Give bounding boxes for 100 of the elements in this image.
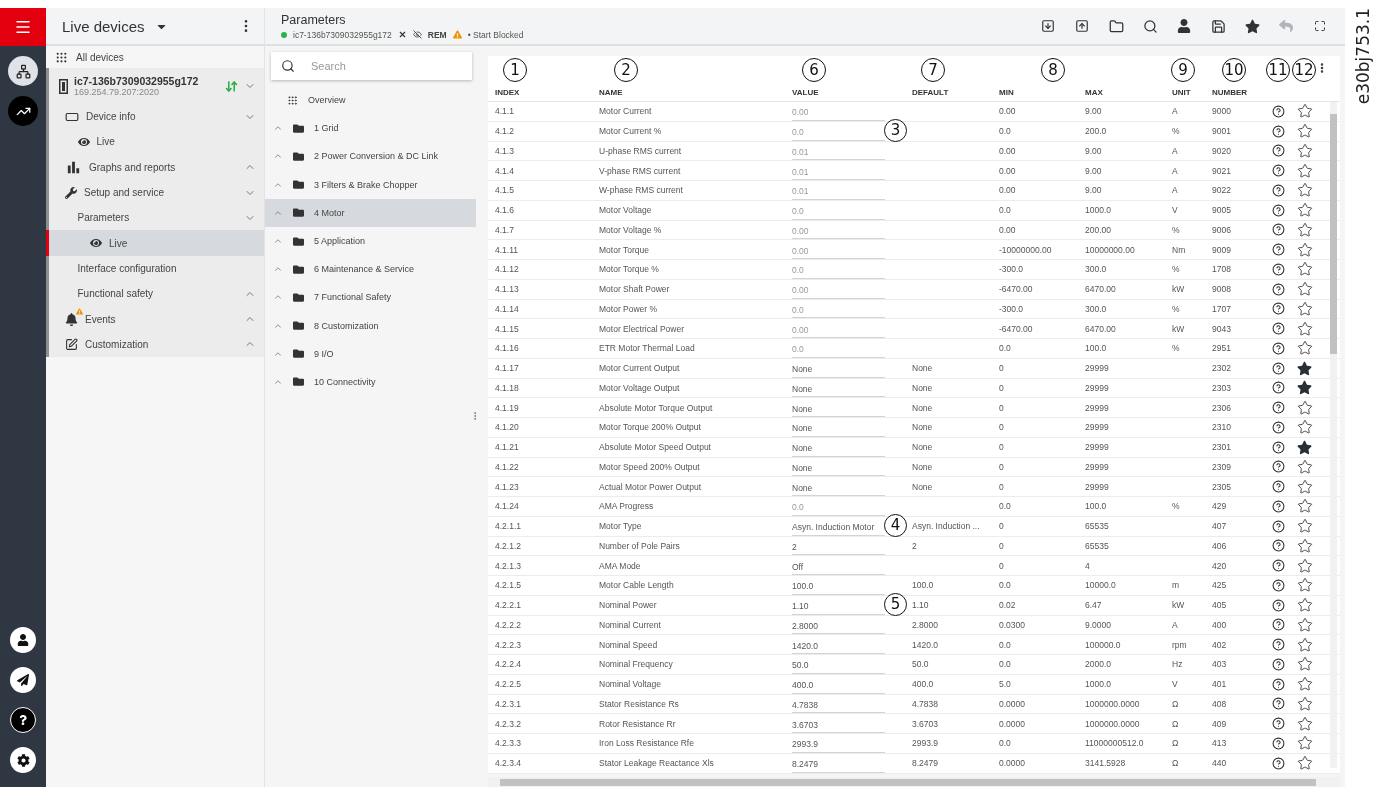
scrollbar[interactable]: [1330, 102, 1337, 768]
star-icon[interactable]: [1296, 300, 1313, 317]
sidebar-title[interactable]: Live devices: [62, 17, 145, 35]
column-header[interactable]: MAX: [1078, 88, 1165, 97]
nav-item[interactable]: Device info: [46, 104, 264, 130]
star-icon[interactable]: [1296, 616, 1313, 633]
star-icon[interactable]: [1297, 360, 1312, 376]
help-icon[interactable]: [1272, 578, 1285, 592]
star-icon[interactable]: [1296, 162, 1313, 179]
value-field[interactable]: 3.6703: [792, 717, 885, 733]
help-icon[interactable]: [1272, 262, 1285, 276]
star-icon[interactable]: [1296, 478, 1313, 495]
star-icon[interactable]: [1296, 202, 1313, 219]
column-header[interactable]: MIN: [992, 88, 1078, 97]
star-icon[interactable]: [1296, 340, 1313, 357]
help-icon[interactable]: [1272, 243, 1285, 257]
help-icon[interactable]: [1272, 420, 1285, 434]
star-icon[interactable]: [1296, 261, 1313, 278]
search-field[interactable]: Search: [271, 52, 472, 80]
help-icon[interactable]: [1272, 717, 1285, 731]
tree-item[interactable]: 3 Filters & Brake Chopper: [265, 170, 476, 199]
star-icon[interactable]: [1296, 557, 1313, 574]
help-icon[interactable]: [1272, 519, 1285, 533]
nav-item[interactable]: Live: [46, 230, 264, 256]
tree-item[interactable]: 2 Power Conversion & DC Link: [265, 142, 476, 171]
nav-item[interactable]: Setup and service: [46, 179, 264, 206]
help-icon[interactable]: [1272, 480, 1285, 494]
star-icon[interactable]: [1296, 518, 1313, 535]
star-icon[interactable]: [1297, 439, 1312, 455]
help-icon[interactable]: [1272, 440, 1285, 454]
help-icon[interactable]: [1272, 282, 1285, 296]
star-icon[interactable]: [1296, 676, 1313, 693]
help-icon[interactable]: [1272, 302, 1285, 316]
help-icon[interactable]: [1272, 124, 1285, 138]
help-icon[interactable]: [1272, 460, 1285, 474]
help-icon[interactable]: [1272, 322, 1285, 336]
trend-button[interactable]: [8, 96, 38, 126]
star-icon[interactable]: [1296, 695, 1313, 712]
star-icon[interactable]: [1296, 399, 1313, 416]
help-icon[interactable]: [1272, 499, 1285, 513]
value-field[interactable]: Asyn. Induction Motor: [792, 519, 885, 536]
scrollbar[interactable]: [488, 777, 1340, 787]
tree-item[interactable]: 5 Application: [265, 226, 476, 256]
nav-item[interactable]: Functional safety: [46, 281, 264, 307]
star-icon[interactable]: [1296, 498, 1313, 515]
star-icon[interactable]: [1296, 715, 1313, 732]
nav-item[interactable]: Graphs and reports: [46, 154, 264, 180]
tree-item[interactable]: 6 Maintenance & Service: [265, 255, 476, 284]
menu-button[interactable]: [0, 8, 46, 46]
star-icon[interactable]: [1296, 103, 1313, 120]
help-icon[interactable]: [1272, 144, 1285, 158]
value-field[interactable]: 50.0: [792, 657, 885, 674]
all-devices-link[interactable]: All devices: [76, 51, 124, 63]
star-icon[interactable]: [1296, 241, 1313, 258]
value-field[interactable]: 4.7838: [792, 697, 885, 714]
star-icon[interactable]: [1296, 656, 1313, 673]
search-input[interactable]: Search: [309, 59, 449, 73]
help-icon[interactable]: [1272, 223, 1285, 237]
column-header[interactable]: UNIT: [1165, 88, 1205, 97]
value-field[interactable]: 2993.9: [792, 736, 885, 753]
user-button[interactable]: [10, 627, 36, 653]
star-icon[interactable]: [1296, 597, 1313, 614]
star-icon[interactable]: [1296, 636, 1313, 653]
star-icon[interactable]: [1296, 320, 1313, 337]
help-icon[interactable]: [1272, 677, 1285, 691]
column-header[interactable]: INDEX: [488, 88, 592, 97]
tree-item[interactable]: 8 Customization: [265, 311, 476, 340]
value-field[interactable]: Off: [792, 559, 885, 575]
star-icon[interactable]: [1296, 735, 1313, 752]
nav-item[interactable]: Interface configuration: [46, 255, 264, 282]
help-icon[interactable]: [1272, 756, 1285, 770]
star-icon[interactable]: [1297, 380, 1312, 396]
value-field[interactable]: None: [792, 381, 885, 398]
value-field[interactable]: None: [792, 401, 885, 417]
value-field[interactable]: None: [792, 460, 885, 477]
nav-item[interactable]: Parameters: [46, 205, 264, 231]
tree-item[interactable]: 7 Functional Safety: [265, 283, 476, 312]
nav-item[interactable]: Customization: [46, 331, 264, 357]
help-icon[interactable]: [1272, 361, 1285, 375]
column-header[interactable]: NAME: [592, 88, 785, 97]
value-field[interactable]: None: [792, 361, 885, 378]
value-field[interactable]: None: [792, 480, 885, 496]
help-icon[interactable]: [1272, 657, 1285, 671]
column-header[interactable]: VALUE: [785, 88, 905, 97]
close-icon[interactable]: [397, 30, 407, 39]
help-icon[interactable]: [1272, 401, 1285, 415]
help-icon[interactable]: [1272, 638, 1285, 652]
star-icon[interactable]: [1296, 221, 1313, 238]
value-field[interactable]: 100.0: [792, 578, 885, 595]
help-button[interactable]: [10, 707, 36, 733]
network-button[interactable]: [8, 56, 38, 86]
value-field[interactable]: 2.8000: [792, 618, 885, 635]
star-icon[interactable]: [1296, 419, 1313, 436]
value-field[interactable]: 1420.0: [792, 638, 885, 654]
star-icon[interactable]: [1296, 755, 1313, 772]
device-name[interactable]: ic7-136b7309032955g172: [74, 75, 219, 87]
help-icon[interactable]: [1272, 697, 1285, 711]
tree-item[interactable]: 10 Connectivity: [265, 367, 476, 397]
send-button[interactable]: [10, 667, 36, 693]
help-icon[interactable]: [1272, 539, 1285, 553]
